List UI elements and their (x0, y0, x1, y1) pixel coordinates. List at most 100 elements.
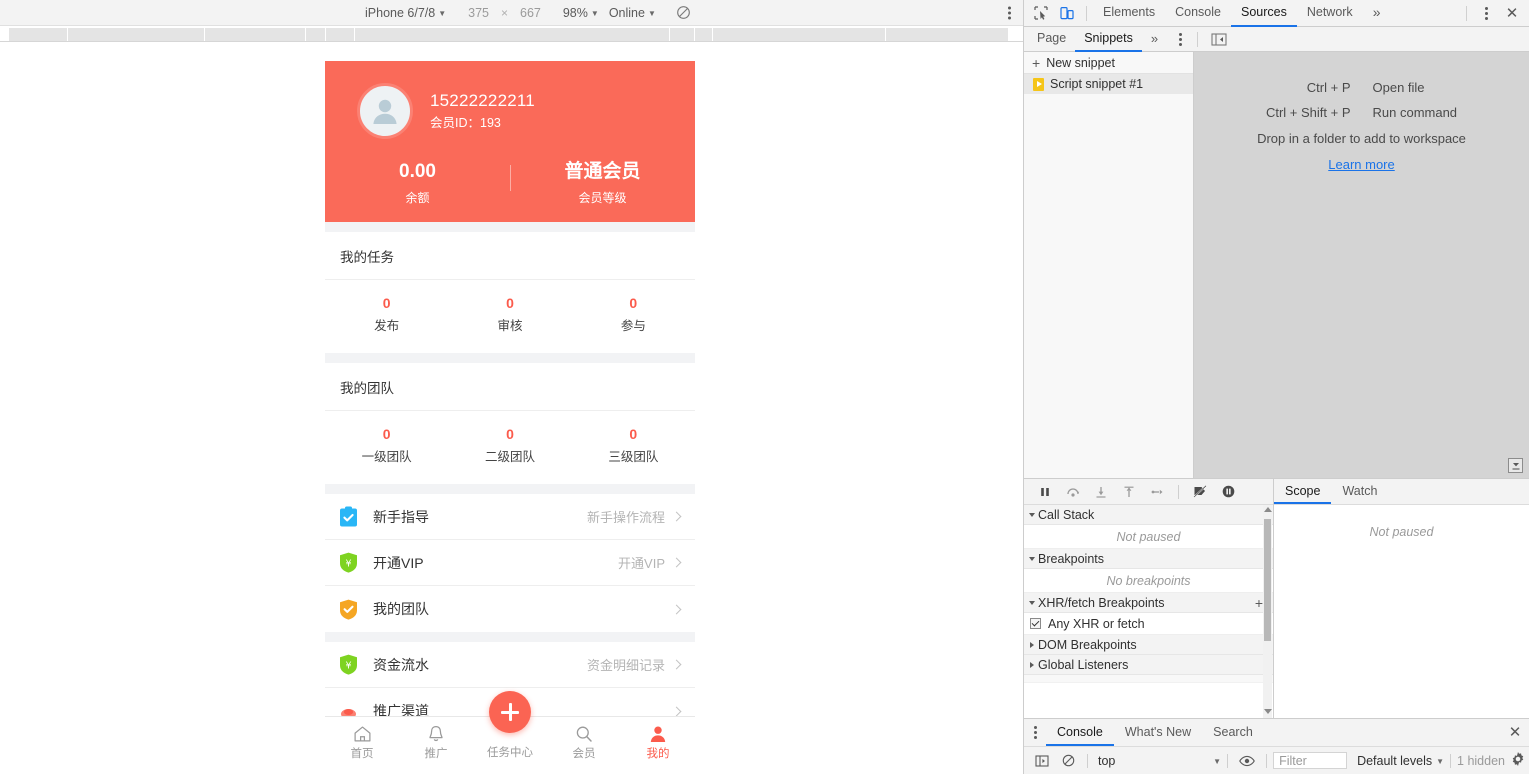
viewport-ruler (0, 26, 1023, 42)
menu-item-newbie-guide[interactable]: 新手指导 新手操作流程 (325, 494, 695, 540)
console-sidebar-icon[interactable] (1029, 749, 1055, 773)
scroll-up-arrow-icon[interactable] (1264, 507, 1272, 512)
subtab-page[interactable]: Page (1028, 27, 1075, 52)
drawer-tab-console[interactable]: Console (1046, 719, 1114, 746)
tab-watch[interactable]: Watch (1331, 479, 1388, 504)
hide-navigator-icon[interactable] (1206, 27, 1232, 51)
viewport-height-input[interactable]: 667 (520, 6, 541, 20)
team-stat-level2[interactable]: 0 二级团队 (448, 424, 571, 467)
app-root: iPhone 6/7/8 ▼ 375 × 667 98% ▼ Online ▼ (0, 0, 1529, 774)
step-over-icon[interactable] (1060, 480, 1086, 504)
level-stat[interactable]: 普通会员 会员等级 (510, 159, 695, 208)
level-value: 普通会员 (510, 159, 695, 185)
snippet-name: Script snippet #1 (1050, 77, 1143, 91)
devtools-settings-menu-icon[interactable] (1473, 1, 1499, 25)
viewport-width-input[interactable]: 375 (468, 6, 489, 20)
section-global-listeners[interactable]: Global Listeners (1024, 655, 1273, 675)
subtab-snippets[interactable]: Snippets (1075, 27, 1142, 52)
chevron-down-icon[interactable]: ▼ (1213, 758, 1221, 766)
no-throttling-icon[interactable] (676, 5, 692, 21)
xhr-any-checkbox-row[interactable]: Any XHR or fetch (1024, 613, 1273, 635)
task-stat-joined[interactable]: 0 参与 (572, 293, 695, 336)
learn-more-link[interactable]: Learn more (1328, 157, 1394, 172)
tab-promotion[interactable]: 推广 (399, 717, 473, 766)
chevron-right-icon (672, 706, 682, 716)
team-stat-level3[interactable]: 0 三级团队 (572, 424, 695, 467)
drawer-tabs: Console What's New Search ✕ (1024, 719, 1529, 747)
zoom-selector[interactable]: 98% ▼ (563, 6, 599, 20)
pause-on-exceptions-icon[interactable] (1215, 480, 1241, 504)
menu-item-extra: 开通VIP (618, 553, 665, 572)
menu-item-open-vip[interactable]: ¥ 开通VIP 开通VIP (325, 540, 695, 586)
tab-scope[interactable]: Scope (1274, 479, 1331, 504)
stat-label: 三级团队 (572, 447, 695, 467)
more-tabs-icon[interactable]: » (1363, 0, 1391, 27)
task-stat-review[interactable]: 0 审核 (448, 293, 571, 336)
member-id: 会员ID：193 (430, 113, 535, 133)
console-filter-input[interactable]: Filter (1273, 752, 1347, 769)
sources-subtab-menu-icon[interactable] (1167, 27, 1193, 51)
drawer-tab-search[interactable]: Search (1202, 719, 1264, 746)
section-xhr-breakpoints[interactable]: XHR/fetch Breakpoints + (1024, 593, 1273, 613)
deactivate-breakpoints-icon[interactable] (1187, 480, 1213, 504)
menu-item-label: 开通VIP (373, 553, 618, 573)
scrollbar-thumb[interactable] (1264, 519, 1271, 641)
tab-home[interactable]: 首页 (325, 717, 399, 766)
section-dom-breakpoints[interactable]: DOM Breakpoints (1024, 635, 1273, 655)
tab-task-center[interactable]: 任务中心 (473, 717, 547, 766)
subtab-more-icon[interactable]: » (1142, 27, 1167, 52)
menu-item-label: 我的团队 (373, 599, 665, 619)
close-devtools-icon[interactable]: ✕ (1499, 1, 1525, 25)
tab-elements[interactable]: Elements (1093, 0, 1165, 27)
plus-fab-icon[interactable] (489, 691, 531, 733)
show-drawer-icon[interactable] (1508, 458, 1523, 473)
snippet-list-item[interactable]: Script snippet #1 (1024, 74, 1193, 94)
checkbox[interactable] (1030, 618, 1041, 629)
tab-console[interactable]: Console (1165, 0, 1231, 27)
tab-sources[interactable]: Sources (1231, 0, 1297, 27)
step-into-icon[interactable] (1088, 480, 1114, 504)
close-drawer-icon[interactable]: ✕ (1501, 719, 1529, 746)
log-levels-selector[interactable]: Default levels ▼ (1357, 754, 1444, 768)
scroll-down-arrow-icon[interactable] (1264, 709, 1272, 714)
balance-stat[interactable]: 0.00 余额 (325, 159, 510, 208)
execution-context-selector[interactable]: top (1094, 754, 1119, 768)
tab-network[interactable]: Network (1297, 0, 1363, 27)
tab-members[interactable]: 会员 (547, 717, 621, 766)
section-breakpoints[interactable]: Breakpoints (1024, 549, 1273, 569)
drawer-tab-whats-new[interactable]: What's New (1114, 719, 1202, 746)
network-throttle-selector[interactable]: Online ▼ (609, 6, 656, 20)
section-event-listener-breakpoints-cut[interactable] (1024, 675, 1273, 683)
device-selector[interactable]: iPhone 6/7/8 ▼ (365, 6, 446, 20)
drawer-menu-icon[interactable] (1024, 719, 1046, 746)
chevron-down-icon (1029, 557, 1035, 561)
section-call-stack[interactable]: Call Stack (1024, 505, 1273, 525)
menu-item-my-team[interactable]: 我的团队 (325, 586, 695, 632)
menu-item-fund-flow[interactable]: ¥ 资金流水 资金明细记录 (325, 642, 695, 688)
toggle-device-toolbar-icon[interactable] (1054, 1, 1080, 25)
step-out-icon[interactable] (1116, 480, 1142, 504)
tab-mine[interactable]: 我的 (621, 717, 695, 766)
console-drawer: Console What's New Search ✕ (1024, 718, 1529, 774)
chevron-right-icon (672, 604, 682, 614)
stat-value: 0 (572, 424, 695, 444)
team-stat-level1[interactable]: 0 一级团队 (325, 424, 448, 467)
avatar[interactable] (357, 83, 413, 139)
add-xhr-breakpoint-icon[interactable]: + (1255, 595, 1263, 611)
my-team-card: 我的团队 0 一级团队 0 二级团队 0 三级团队 (325, 363, 695, 484)
gear-icon[interactable] (1511, 752, 1525, 769)
pause-icon[interactable] (1032, 480, 1058, 504)
debugger-scrollbar[interactable] (1263, 505, 1272, 718)
new-snippet-button[interactable]: + New snippet (1024, 52, 1193, 74)
chevron-right-icon (672, 558, 682, 568)
live-expression-icon[interactable] (1234, 749, 1260, 773)
clear-console-icon[interactable] (1055, 749, 1081, 773)
inspect-element-icon[interactable] (1028, 1, 1054, 25)
chevron-right-icon (672, 512, 682, 522)
header-stats: 0.00 余额 普通会员 会员等级 (325, 159, 695, 208)
phone-screen: 15222222211 会员ID：193 0.00 余额 普通会员 会员等级 (325, 61, 695, 766)
step-icon[interactable] (1144, 480, 1170, 504)
task-stat-published[interactable]: 0 发布 (325, 293, 448, 336)
log-levels-label: Default levels (1357, 754, 1432, 768)
device-toolbar-menu-icon[interactable] (1008, 6, 1011, 19)
